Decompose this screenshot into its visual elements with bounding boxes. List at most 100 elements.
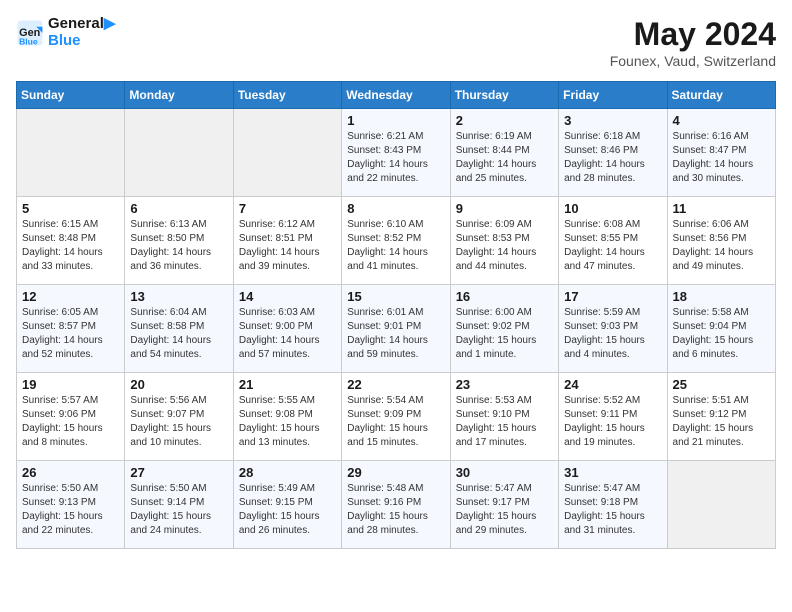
- day-info: Sunrise: 5:47 AMSunset: 9:18 PMDaylight:…: [564, 482, 661, 538]
- day-number: 28: [239, 465, 336, 480]
- day-number: 4: [673, 113, 770, 128]
- calendar-cell: 25 Sunrise: 5:51 AMSunset: 9:12 PMDayligh…: [667, 373, 775, 461]
- header: Gen Blue General▶ Blue May 2024 Founex, …: [16, 16, 776, 69]
- day-number: 17: [564, 289, 661, 304]
- day-info: Sunrise: 5:57 AMSunset: 9:06 PMDaylight:…: [22, 394, 119, 450]
- day-info: Sunrise: 6:03 AMSunset: 9:00 PMDaylight:…: [239, 306, 336, 362]
- day-number: 11: [673, 201, 770, 216]
- calendar-cell: 6Sunrise: 6:13 AMSunset: 8:50 PMDaylight…: [125, 197, 233, 285]
- calendar-header: SundayMondayTuesdayWednesdayThursdayFrid…: [17, 82, 776, 109]
- day-info: Sunrise: 6:05 AMSunset: 8:57 PMDaylight:…: [22, 306, 119, 362]
- day-number: 26: [22, 465, 119, 480]
- calendar-page: Gen Blue General▶ Blue May 2024 Founex, …: [0, 0, 792, 565]
- calendar-cell: 3Sunrise: 6:18 AMSunset: 8:46 PMDaylight…: [559, 109, 667, 197]
- calendar-cell: 20 Sunrise: 5:56 AMSunset: 9:07 PMDayligh…: [125, 373, 233, 461]
- day-info: Sunrise: 6:12 AMSunset: 8:51 PMDaylight:…: [239, 218, 336, 274]
- day-info: Sunrise: 5:59 AMSunset: 9:03 PMDaylight:…: [564, 306, 661, 362]
- location: Founex, Vaud, Switzerland: [610, 53, 776, 69]
- column-header-monday: Monday: [125, 82, 233, 109]
- day-number: 2: [456, 113, 553, 128]
- day-number: 29: [347, 465, 444, 480]
- day-info: Sunrise: 6:08 AMSunset: 8:55 PMDaylight:…: [564, 218, 661, 274]
- calendar-week-3: 12 Sunrise: 6:05 AMSunset: 8:57 PMDayligh…: [17, 285, 776, 373]
- day-info: Sunrise: 6:00 AMSunset: 9:02 PMDaylight:…: [456, 306, 553, 362]
- day-info: Sunrise: 5:53 AMSunset: 9:10 PMDaylight:…: [456, 394, 553, 450]
- calendar-week-5: 26 Sunrise: 5:50 AMSunset: 9:13 PMDayligh…: [17, 461, 776, 549]
- calendar-table: SundayMondayTuesdayWednesdayThursdayFrid…: [16, 81, 776, 549]
- day-number: 31: [564, 465, 661, 480]
- calendar-cell: 29 Sunrise: 5:48 AMSunset: 9:16 PMDayligh…: [342, 461, 450, 549]
- day-info: Sunrise: 5:47 AMSunset: 9:17 PMDaylight:…: [456, 482, 553, 538]
- day-info: Sunrise: 6:21 AMSunset: 8:43 PMDaylight:…: [347, 130, 444, 186]
- day-info: Sunrise: 5:52 AMSunset: 9:11 PMDaylight:…: [564, 394, 661, 450]
- calendar-cell: 7 Sunrise: 6:12 AMSunset: 8:51 PMDaylight…: [233, 197, 341, 285]
- month-year: May 2024: [610, 16, 776, 53]
- calendar-cell: 15Sunrise: 6:01 AMSunset: 9:01 PMDayligh…: [342, 285, 450, 373]
- day-number: 20: [130, 377, 227, 392]
- day-number: 14: [239, 289, 336, 304]
- day-number: 13: [130, 289, 227, 304]
- day-info: Sunrise: 5:56 AMSunset: 9:07 PMDaylight:…: [130, 394, 227, 450]
- day-info: Sunrise: 6:09 AMSunset: 8:53 PMDaylight:…: [456, 218, 553, 274]
- calendar-cell: 4 Sunrise: 6:16 AMSunset: 8:47 PMDaylight…: [667, 109, 775, 197]
- logo: Gen Blue General▶ Blue: [16, 16, 115, 49]
- day-number: 27: [130, 465, 227, 480]
- calendar-cell: 14 Sunrise: 6:03 AMSunset: 9:00 PMDayligh…: [233, 285, 341, 373]
- day-info: Sunrise: 5:54 AMSunset: 9:09 PMDaylight:…: [347, 394, 444, 450]
- calendar-cell: 23Sunrise: 5:53 AMSunset: 9:10 PMDayligh…: [450, 373, 558, 461]
- day-number: 3: [564, 113, 661, 128]
- column-header-thursday: Thursday: [450, 82, 558, 109]
- calendar-cell: 27 Sunrise: 5:50 AMSunset: 9:14 PMDayligh…: [125, 461, 233, 549]
- day-info: Sunrise: 5:50 AMSunset: 9:14 PMDaylight:…: [130, 482, 227, 538]
- calendar-cell: 17 Sunrise: 5:59 AMSunset: 9:03 PMDayligh…: [559, 285, 667, 373]
- day-info: Sunrise: 6:04 AMSunset: 8:58 PMDaylight:…: [130, 306, 227, 362]
- calendar-cell: 12 Sunrise: 6:05 AMSunset: 8:57 PMDayligh…: [17, 285, 125, 373]
- day-number: 25: [673, 377, 770, 392]
- day-info: Sunrise: 5:58 AMSunset: 9:04 PMDaylight:…: [673, 306, 770, 362]
- column-header-saturday: Saturday: [667, 82, 775, 109]
- day-info: Sunrise: 5:50 AMSunset: 9:13 PMDaylight:…: [22, 482, 119, 538]
- calendar-cell: [667, 461, 775, 549]
- logo-text: General▶ Blue: [48, 16, 115, 49]
- day-number: 18: [673, 289, 770, 304]
- calendar-cell: 2Sunrise: 6:19 AMSunset: 8:44 PMDaylight…: [450, 109, 558, 197]
- column-header-wednesday: Wednesday: [342, 82, 450, 109]
- day-number: 30: [456, 465, 553, 480]
- day-number: 9: [456, 201, 553, 216]
- day-number: 21: [239, 377, 336, 392]
- day-info: Sunrise: 6:15 AMSunset: 8:48 PMDaylight:…: [22, 218, 119, 274]
- calendar-cell: 11 Sunrise: 6:06 AMSunset: 8:56 PMDayligh…: [667, 197, 775, 285]
- calendar-cell: 22 Sunrise: 5:54 AMSunset: 9:09 PMDayligh…: [342, 373, 450, 461]
- day-info: Sunrise: 6:06 AMSunset: 8:56 PMDaylight:…: [673, 218, 770, 274]
- day-number: 22: [347, 377, 444, 392]
- svg-text:Blue: Blue: [19, 36, 38, 46]
- day-number: 5: [22, 201, 119, 216]
- column-header-tuesday: Tuesday: [233, 82, 341, 109]
- calendar-cell: 26 Sunrise: 5:50 AMSunset: 9:13 PMDayligh…: [17, 461, 125, 549]
- calendar-cell: [233, 109, 341, 197]
- column-header-friday: Friday: [559, 82, 667, 109]
- calendar-cell: 16Sunrise: 6:00 AMSunset: 9:02 PMDayligh…: [450, 285, 558, 373]
- calendar-cell: 31 Sunrise: 5:47 AMSunset: 9:18 PMDayligh…: [559, 461, 667, 549]
- day-info: Sunrise: 5:49 AMSunset: 9:15 PMDaylight:…: [239, 482, 336, 538]
- day-number: 12: [22, 289, 119, 304]
- logo-icon: Gen Blue: [16, 19, 44, 47]
- calendar-week-4: 19 Sunrise: 5:57 AMSunset: 9:06 PMDayligh…: [17, 373, 776, 461]
- day-info: Sunrise: 6:13 AMSunset: 8:50 PMDaylight:…: [130, 218, 227, 274]
- calendar-cell: 10Sunrise: 6:08 AMSunset: 8:55 PMDayligh…: [559, 197, 667, 285]
- day-info: Sunrise: 5:51 AMSunset: 9:12 PMDaylight:…: [673, 394, 770, 450]
- day-info: Sunrise: 6:10 AMSunset: 8:52 PMDaylight:…: [347, 218, 444, 274]
- calendar-cell: 24Sunrise: 5:52 AMSunset: 9:11 PMDayligh…: [559, 373, 667, 461]
- calendar-cell: [17, 109, 125, 197]
- calendar-cell: 19 Sunrise: 5:57 AMSunset: 9:06 PMDayligh…: [17, 373, 125, 461]
- calendar-cell: 28 Sunrise: 5:49 AMSunset: 9:15 PMDayligh…: [233, 461, 341, 549]
- day-info: Sunrise: 5:48 AMSunset: 9:16 PMDaylight:…: [347, 482, 444, 538]
- day-number: 19: [22, 377, 119, 392]
- calendar-cell: 30 Sunrise: 5:47 AMSunset: 9:17 PMDayligh…: [450, 461, 558, 549]
- calendar-cell: [125, 109, 233, 197]
- day-number: 7: [239, 201, 336, 216]
- calendar-cell: 1Sunrise: 6:21 AMSunset: 8:43 PMDaylight…: [342, 109, 450, 197]
- calendar-cell: 13 Sunrise: 6:04 AMSunset: 8:58 PMDayligh…: [125, 285, 233, 373]
- calendar-week-2: 5 Sunrise: 6:15 AMSunset: 8:48 PMDaylight…: [17, 197, 776, 285]
- day-info: Sunrise: 6:16 AMSunset: 8:47 PMDaylight:…: [673, 130, 770, 186]
